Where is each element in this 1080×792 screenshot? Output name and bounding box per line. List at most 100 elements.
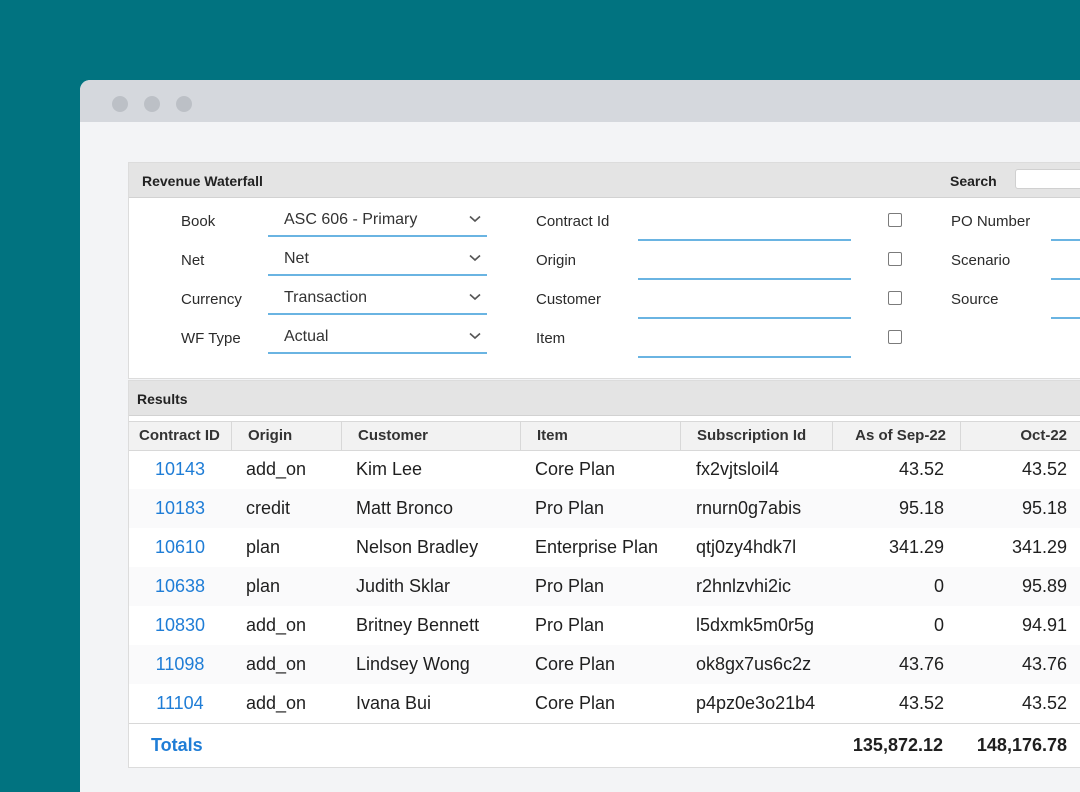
window-dot-icon[interactable] xyxy=(112,96,128,112)
as-of-sep-22-cell: 43.52 xyxy=(898,459,944,479)
origin-cell: add_on xyxy=(246,693,307,713)
customer-cell: Britney Bennett xyxy=(356,615,480,635)
customer-cell: Judith Sklar xyxy=(356,576,451,596)
as-of-sep-22-cell: 0 xyxy=(933,576,944,596)
window-dot-icon[interactable] xyxy=(176,96,192,112)
origin-cell: plan xyxy=(246,576,281,596)
oct-22-cell: 95.18 xyxy=(1021,498,1067,518)
panel-title: Revenue Waterfall xyxy=(142,173,263,189)
customer-field[interactable] xyxy=(638,289,851,319)
source-label: Source xyxy=(951,291,999,308)
contract-id-link[interactable]: 11104 xyxy=(151,684,209,723)
window-dot-icon[interactable] xyxy=(144,96,160,112)
table-row[interactable]: 10183 credit Matt Bronco Pro Plan rnurn0g7ab… xyxy=(129,489,1080,528)
totals-label: Totals xyxy=(151,735,203,755)
customer-label: Customer xyxy=(536,291,602,308)
wf-type-select-value: Actual xyxy=(284,328,329,345)
subscription-id-cell: fx2vjtsloil4 xyxy=(696,459,780,479)
scenario-field[interactable] xyxy=(1051,250,1080,280)
search-input[interactable] xyxy=(1015,169,1080,189)
contract-id-checkbox[interactable] xyxy=(888,213,902,227)
as-of-sep-22-cell: 341.29 xyxy=(888,537,944,557)
window-titlebar xyxy=(80,80,1080,122)
customer-cell: Ivana Bui xyxy=(356,693,432,713)
filters-panel: Revenue Waterfall Search Book Net Curren… xyxy=(128,162,1080,379)
col-contract-id[interactable]: Contract ID xyxy=(129,422,231,450)
col-origin[interactable]: Origin xyxy=(231,422,341,450)
item-cell: Pro Plan xyxy=(535,498,605,518)
currency-select[interactable]: Transaction xyxy=(268,285,487,315)
col-item[interactable]: Item xyxy=(520,422,680,450)
col-subscription-id[interactable]: Subscription Id xyxy=(680,422,832,450)
oct-22-cell: 43.76 xyxy=(1021,654,1067,674)
po-number-label: PO Number xyxy=(951,213,1031,230)
col-customer[interactable]: Customer xyxy=(341,422,520,450)
browser-window: Revenue Waterfall Search Book Net Curren… xyxy=(80,80,1080,792)
item-cell: Core Plan xyxy=(535,654,616,674)
item-cell: Pro Plan xyxy=(535,576,605,596)
subscription-id-cell: r2hnlzvhi2ic xyxy=(696,576,792,596)
origin-cell: add_on xyxy=(246,654,307,674)
book-select-value: ASC 606 - Primary xyxy=(284,211,418,228)
chevron-down-icon xyxy=(469,254,481,262)
contract-id-field[interactable] xyxy=(638,211,851,241)
chevron-down-icon xyxy=(469,332,481,340)
book-select[interactable]: ASC 606 - Primary xyxy=(268,207,487,237)
table-row[interactable]: 10610 plan Nelson Bradley Enterprise Plan qt… xyxy=(129,528,1080,567)
wf-type-label: WF Type xyxy=(181,330,241,347)
table-row[interactable]: 10638 plan Judith Sklar Pro Plan r2hnlzvhi2i… xyxy=(129,567,1080,606)
subscription-id-cell: qtj0zy4hdk7l xyxy=(696,537,797,557)
contract-id-link[interactable]: 10143 xyxy=(151,450,209,489)
contract-id-link[interactable]: 10638 xyxy=(151,567,209,606)
subscription-id-cell: ok8gx7us6c2z xyxy=(696,654,812,674)
customer-cell: Matt Bronco xyxy=(356,498,454,518)
total-as-of-sep-22: 135,872.12 xyxy=(852,735,943,755)
net-select[interactable]: Net xyxy=(268,246,487,276)
contract-id-link[interactable]: 11098 xyxy=(151,645,209,684)
table-row[interactable]: 11104 add_on Ivana Bui Core Plan p4pz0e3o21b… xyxy=(129,684,1080,723)
col-as-of-sep-22[interactable]: As of Sep-22 xyxy=(832,422,960,450)
contract-id-link[interactable]: 10610 xyxy=(151,528,209,567)
origin-label: Origin xyxy=(536,252,577,269)
item-checkbox[interactable] xyxy=(888,330,902,344)
book-label: Book xyxy=(181,213,216,230)
item-cell: Enterprise Plan xyxy=(535,537,659,557)
contract-id-label: Contract Id xyxy=(536,213,610,230)
col-oct-22[interactable]: Oct-22 xyxy=(960,422,1080,450)
origin-field[interactable] xyxy=(638,250,851,280)
subscription-id-cell: rnurn0g7abis xyxy=(696,498,802,518)
results-panel: Results Contract ID Origin Customer Item… xyxy=(128,380,1080,768)
origin-checkbox[interactable] xyxy=(888,252,902,266)
currency-select-value: Transaction xyxy=(284,289,367,306)
customer-checkbox[interactable] xyxy=(888,291,902,305)
source-field[interactable] xyxy=(1051,289,1080,319)
item-cell: Core Plan xyxy=(535,693,616,713)
origin-cell: credit xyxy=(246,498,291,518)
net-select-value: Net xyxy=(284,250,309,267)
search-label: Search xyxy=(950,173,997,189)
contract-id-link[interactable]: 10830 xyxy=(151,606,209,645)
results-title: Results xyxy=(137,391,188,407)
net-label: Net xyxy=(181,252,205,269)
as-of-sep-22-cell: 0 xyxy=(933,615,944,635)
oct-22-cell: 43.52 xyxy=(1021,459,1067,479)
table-row[interactable]: 10830 add_on Britney Bennett Pro Plan l5dxmk… xyxy=(129,606,1080,645)
currency-label: Currency xyxy=(181,291,242,308)
oct-22-cell: 94.91 xyxy=(1021,615,1067,635)
results-panel-header: Results xyxy=(129,381,1080,416)
chevron-down-icon xyxy=(469,293,481,301)
item-label: Item xyxy=(536,330,566,347)
item-field[interactable] xyxy=(638,328,851,358)
totals-row: Totals 135,872.12 148,176.78 xyxy=(129,723,1080,768)
table-row[interactable]: 10143 add_on Kim Lee Core Plan fx2vjtsloil4 4… xyxy=(129,450,1080,489)
po-number-field[interactable] xyxy=(1051,211,1080,241)
item-cell: Core Plan xyxy=(535,459,616,479)
table-row[interactable]: 11098 add_on Lindsey Wong Core Plan ok8gx7us… xyxy=(129,645,1080,684)
scenario-label: Scenario xyxy=(951,252,1011,269)
as-of-sep-22-cell: 43.52 xyxy=(898,693,944,713)
contract-id-link[interactable]: 10183 xyxy=(151,489,209,528)
chevron-down-icon xyxy=(469,215,481,223)
total-oct-22: 148,176.78 xyxy=(976,735,1067,755)
origin-cell: plan xyxy=(246,537,281,557)
wf-type-select[interactable]: Actual xyxy=(268,324,487,354)
